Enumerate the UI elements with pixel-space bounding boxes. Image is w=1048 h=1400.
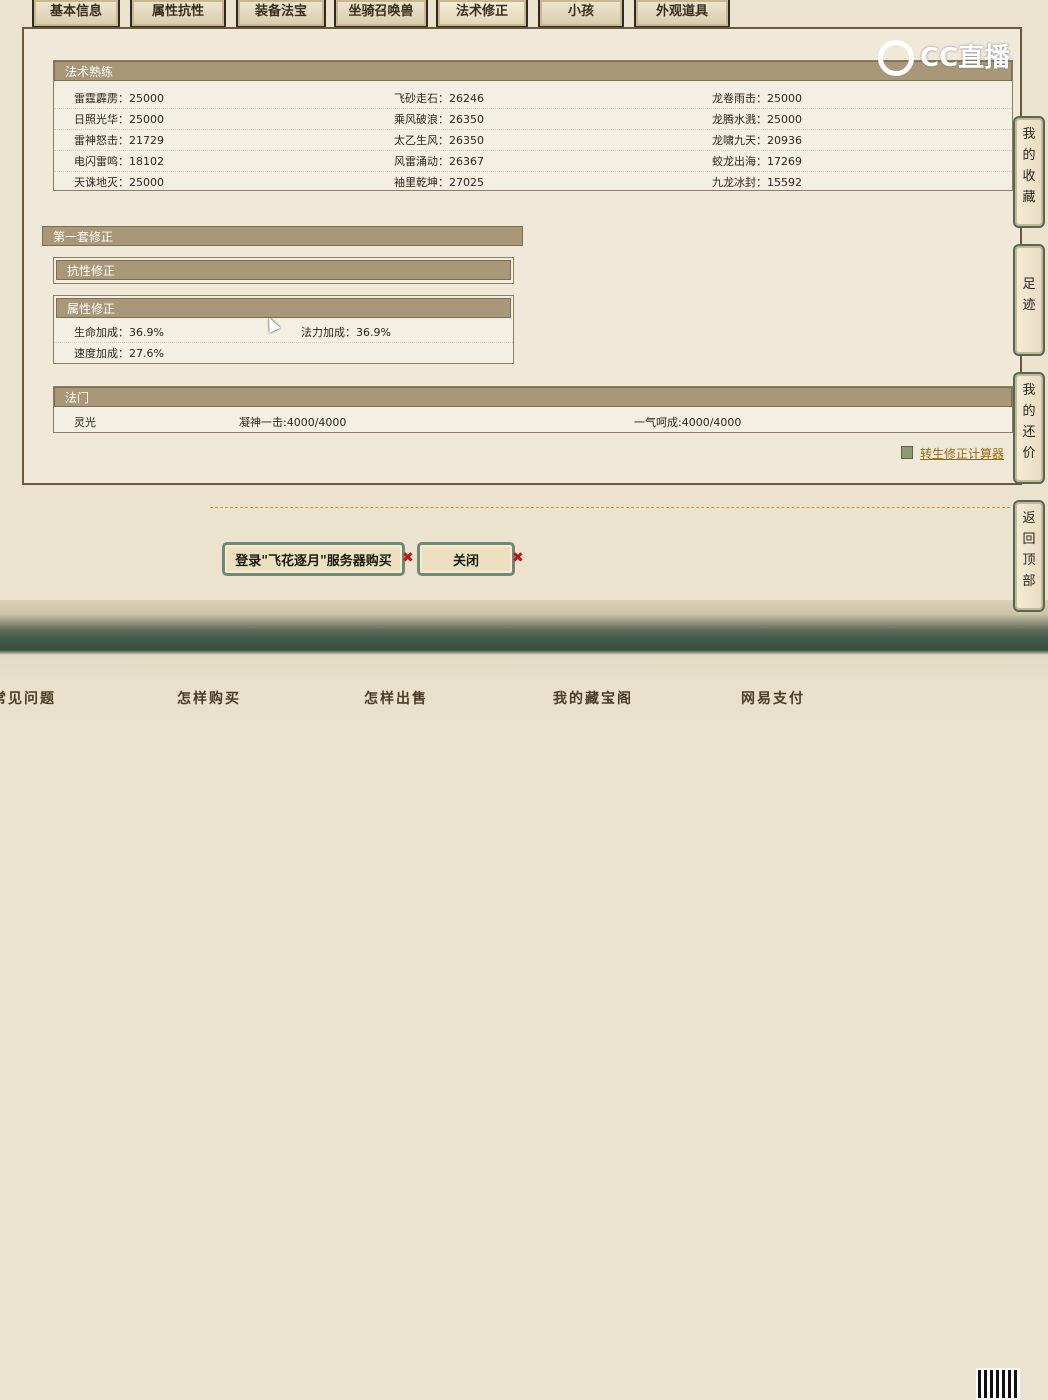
tab-basic-info[interactable]: 基本信息: [32, 0, 120, 28]
spell-value: 飞砂走石：26246: [394, 92, 484, 105]
faction-title: 法门: [54, 387, 1012, 407]
divider: [210, 507, 1010, 508]
calculator-icon: [901, 446, 913, 459]
footer-link-faq[interactable]: 常见问题: [0, 688, 56, 708]
spell-value: 龙卷雨击：25000: [712, 92, 802, 105]
sidebar-label: 返回顶部: [1022, 511, 1036, 589]
attr-value: 速度加成：27.6%: [74, 347, 164, 360]
attr-value: 法力加成：36.9%: [301, 326, 391, 339]
table-row: 生命加成：36.9% 法力加成：36.9%: [54, 321, 513, 343]
spell-value: 九龙冰封：15592: [712, 176, 802, 189]
spell-value: 蛟龙出海：17269: [712, 155, 802, 168]
attr-correction-section: 属性修正 生命加成：36.9% 法力加成：36.9% 速度加成：27.6%: [53, 295, 514, 364]
table-row: 天诛地灭：25000 袖里乾坤：27025 九龙冰封：15592: [54, 171, 1012, 192]
spell-value: 乘风破浪：26350: [394, 113, 484, 126]
rebirth-calc-link[interactable]: 转生修正计算器: [920, 445, 1004, 462]
sidebar-my-offers[interactable]: 我的还价: [1013, 372, 1045, 484]
tab-mounts-pets[interactable]: 坐骑召唤兽: [334, 0, 428, 28]
tab-appearance[interactable]: 外观道具: [634, 0, 730, 28]
tab-bar: 基本信息 属性抗性 装备法宝 坐骑召唤兽 法术修正 小孩 外观道具: [0, 0, 1048, 30]
table-row: 电闪雷鸣：18102 风雷涌动：26367 蛟龙出海：17269: [54, 150, 1012, 172]
sidebar-favorites[interactable]: 我的收藏: [1013, 116, 1045, 228]
correction-set-title: 第一套修正: [42, 226, 523, 246]
table-row: 灵光 凝神一击:4000/4000 一气呵成:4000/4000: [54, 411, 1012, 432]
sidebar-back-top[interactable]: 返回顶部: [1013, 500, 1045, 612]
spell-value: 龙腾水溅：25000: [712, 113, 802, 126]
cc-logo-icon: [878, 40, 914, 76]
sidebar-label: 足迹: [1022, 277, 1036, 313]
footer: 常见问题 怎样购买 怎样出售 我的藏宝阁 网易支付: [0, 680, 1048, 1400]
tab-child[interactable]: 小孩: [538, 0, 624, 28]
resist-correction-title: 抗性修正: [56, 260, 511, 280]
close-x-icon: ✖: [402, 550, 414, 566]
login-buy-button[interactable]: 登录"飞花逐月"服务器购买: [222, 542, 405, 576]
spell-value: 电闪雷鸣：18102: [74, 155, 164, 168]
faction-section: 法门 灵光 凝神一击:4000/4000 一气呵成:4000/4000: [53, 386, 1013, 433]
spell-value: 龙啸九天：20936: [712, 134, 802, 147]
tab-attributes-resist[interactable]: 属性抗性: [130, 0, 226, 28]
footer-link-netease-pay[interactable]: 网易支付: [741, 688, 805, 708]
table-row: 日照光华：25000 乘风破浪：26350 龙腾水溅：25000: [54, 108, 1012, 130]
table-row: 速度加成：27.6%: [54, 342, 513, 363]
faction-name: 灵光: [74, 416, 96, 429]
spell-value: 袖里乾坤：27025: [394, 176, 484, 189]
attr-correction-title: 属性修正: [56, 298, 511, 318]
sidebar-label: 我的收藏: [1022, 127, 1036, 205]
faction-skill: 凝神一击:4000/4000: [239, 416, 347, 429]
tab-spell-correction[interactable]: 法术修正: [436, 0, 528, 28]
spell-value: 雷神怒击：21729: [74, 134, 164, 147]
spell-mastery-section: 法术熟练 雷霆霹雳：25000 飞砂走石：26246 龙卷雨击：25000 日照…: [53, 60, 1013, 191]
spell-value: 日照光华：25000: [74, 113, 164, 126]
decorative-band: [0, 600, 1048, 680]
qr-code-icon: [976, 1368, 1020, 1400]
resist-correction-section: 抗性修正: [53, 257, 514, 284]
watermark-logo: CC直播: [920, 43, 1011, 73]
spell-value: 风雷涌动：26367: [394, 155, 484, 168]
faction-skill: 一气呵成:4000/4000: [634, 416, 742, 429]
attr-value: 生命加成：36.9%: [74, 326, 164, 339]
close-x-icon: ✖: [512, 550, 524, 566]
spell-value: 天诛地灭：25000: [74, 176, 164, 189]
footer-link-how-sell[interactable]: 怎样出售: [364, 688, 428, 708]
spell-mastery-title: 法术熟练: [54, 61, 1012, 81]
tab-equipment[interactable]: 装备法宝: [236, 0, 326, 28]
table-row: 雷神怒击：21729 太乙生风：26350 龙啸九天：20936: [54, 129, 1012, 151]
footer-link-how-buy[interactable]: 怎样购买: [177, 688, 241, 708]
table-row: 雷霆霹雳：25000 飞砂走石：26246 龙卷雨击：25000: [54, 87, 1012, 109]
sidebar-label: 我的还价: [1022, 383, 1036, 461]
sidebar-footprints[interactable]: 足迹: [1013, 244, 1045, 356]
footer-link-my-treasure[interactable]: 我的藏宝阁: [553, 688, 633, 708]
spell-value: 雷霆霹雳：25000: [74, 92, 164, 105]
close-button[interactable]: 关闭: [417, 542, 515, 576]
spell-value: 太乙生风：26350: [394, 134, 484, 147]
